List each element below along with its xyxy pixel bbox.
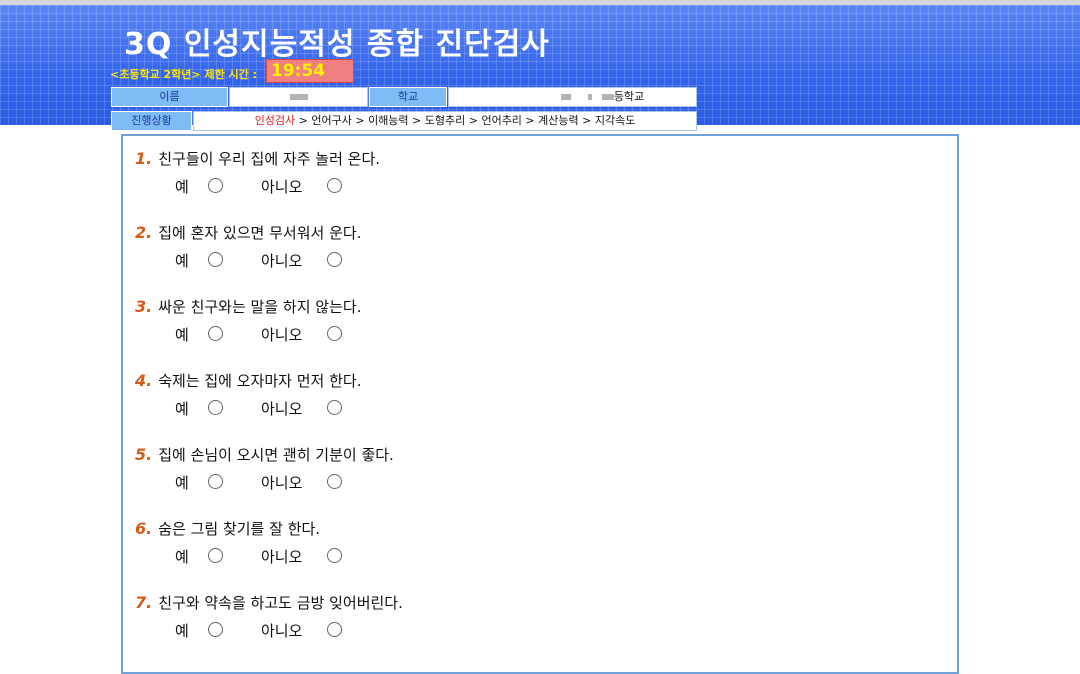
radio-yes-q1[interactable] [208, 178, 223, 193]
yes-label: 예 [175, 252, 189, 270]
question-number: 2. [135, 223, 153, 242]
no-label: 아니오 [261, 622, 303, 640]
question-number: 4. [135, 371, 153, 390]
no-label: 아니오 [261, 548, 303, 566]
progress-remaining-steps: > 언어구사 > 이해능력 > 도형추리 > 언어추리 > 계산능력 > 지각속… [295, 114, 636, 127]
question-text: 친구들이 우리 집에 자주 놀러 온다. [158, 150, 381, 168]
timer-display: 19:54 [266, 59, 354, 83]
question-panel: 1. 친구들이 우리 집에 자주 놀러 온다. 예 아니오 2. 집에 혼자 있으면… [121, 134, 959, 674]
radio-no-q6[interactable] [327, 548, 342, 563]
no-label: 아니오 [261, 474, 303, 492]
radio-no-q1[interactable] [327, 178, 342, 193]
header-banner: 3Q 인성지능적성 종합 진단검사 <초등학교 2학년> 제한 시간 : 19:… [0, 0, 1080, 131]
question-text: 집에 손님이 오시면 괜히 기분이 좋다. [158, 446, 394, 464]
school-label: 학교 [369, 87, 447, 107]
yes-label: 예 [175, 474, 189, 492]
radio-yes-q6[interactable] [208, 548, 223, 563]
radio-yes-q5[interactable] [208, 474, 223, 489]
question-item: 3. 싸운 친구와는 말을 하지 않는다. 예 아니오 [135, 296, 935, 346]
question-number: 3. [135, 297, 153, 316]
question-item: 4. 숙제는 집에 오자마자 먼저 한다. 예 아니오 [135, 370, 935, 420]
question-item: 5. 집에 손님이 오시면 괜히 기분이 좋다. 예 아니오 [135, 444, 935, 494]
school-value: 등학교 [448, 87, 697, 107]
question-number: 7. [135, 593, 153, 612]
yes-label: 예 [175, 326, 189, 344]
radio-no-q7[interactable] [327, 622, 342, 637]
redacted-school-1 [560, 94, 571, 100]
question-number: 6. [135, 519, 153, 538]
question-item: 1. 친구들이 우리 집에 자주 놀러 온다. 예 아니오 [135, 148, 935, 198]
question-text: 집에 혼자 있으면 무서워서 운다. [158, 224, 362, 242]
radio-no-q2[interactable] [327, 252, 342, 267]
question-item: 7. 친구와 약속을 하고도 금방 잊어버린다. 예 아니오 [135, 592, 935, 642]
page-title: 3Q 인성지능적성 종합 진단검사 [124, 27, 550, 62]
question-item: 2. 집에 혼자 있으면 무서워서 운다. 예 아니오 [135, 222, 935, 272]
progress-active-step: 인성검사 [254, 114, 296, 127]
no-label: 아니오 [261, 178, 303, 196]
radio-no-q5[interactable] [327, 474, 342, 489]
redacted-school-2 [588, 94, 593, 100]
radio-yes-q4[interactable] [208, 400, 223, 415]
redacted-school-3 [601, 94, 614, 100]
question-text: 친구와 약속을 하고도 금방 잊어버린다. [158, 594, 403, 612]
radio-yes-q7[interactable] [208, 622, 223, 637]
progress-steps: 인성검사 > 언어구사 > 이해능력 > 도형추리 > 언어추리 > 계산능력 … [193, 111, 697, 131]
no-label: 아니오 [261, 252, 303, 270]
yes-label: 예 [175, 548, 189, 566]
question-item: 6. 숨은 그림 찾기를 잘 한다. 예 아니오 [135, 518, 935, 568]
yes-label: 예 [175, 400, 189, 418]
radio-no-q3[interactable] [327, 326, 342, 341]
question-text: 숨은 그림 찾기를 잘 한다. [158, 520, 321, 538]
redacted-name [289, 94, 308, 100]
no-label: 아니오 [261, 326, 303, 344]
yes-label: 예 [175, 178, 189, 196]
school-suffix: 등학교 [613, 90, 645, 103]
radio-yes-q3[interactable] [208, 326, 223, 341]
question-number: 1. [135, 149, 153, 168]
radio-no-q4[interactable] [327, 400, 342, 415]
question-text: 숙제는 집에 오자마자 먼저 한다. [158, 372, 362, 390]
question-text: 싸운 친구와는 말을 하지 않는다. [158, 298, 362, 316]
progress-label: 진행상황 [111, 111, 192, 131]
grade-time-label: <초등학교 2학년> 제한 시간 : [110, 68, 258, 81]
no-label: 아니오 [261, 400, 303, 418]
name-value [229, 87, 368, 107]
name-label: 이름 [111, 87, 228, 107]
question-number: 5. [135, 445, 153, 464]
yes-label: 예 [175, 622, 189, 640]
radio-yes-q2[interactable] [208, 252, 223, 267]
